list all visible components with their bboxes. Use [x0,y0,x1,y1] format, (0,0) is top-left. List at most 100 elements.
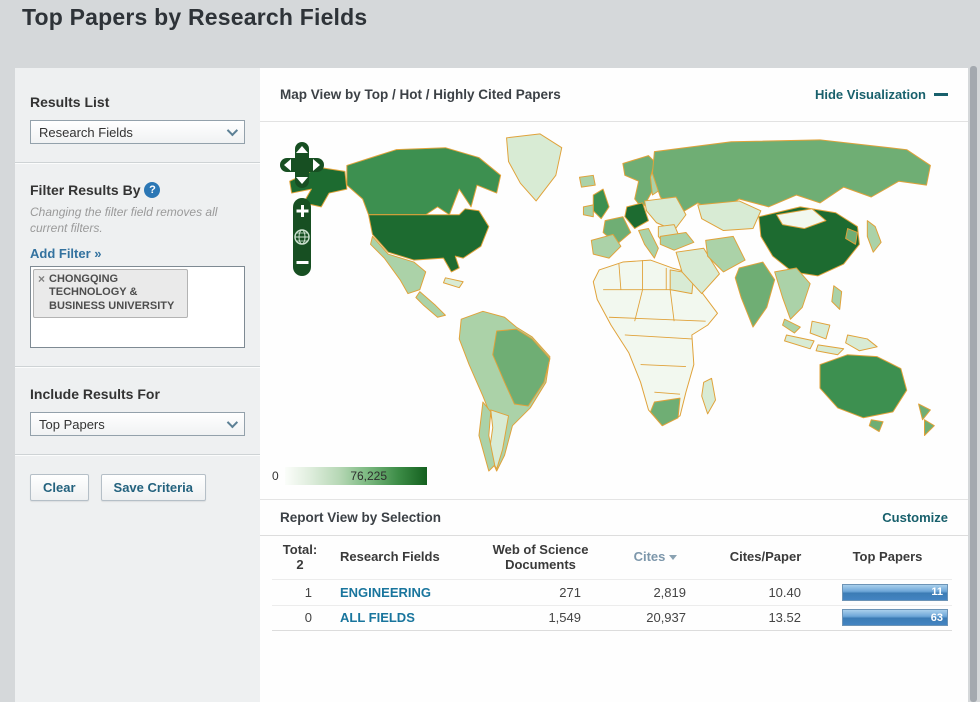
total-count: 2 [296,556,304,572]
remove-filter-icon[interactable]: × [38,272,45,286]
country-tasmania [868,419,884,433]
total-header: Total: 2 [272,542,328,573]
cites-per-paper-value: 13.52 [768,610,801,626]
country-greenland [506,133,563,202]
country-germany [624,202,649,230]
country-canada [346,147,502,216]
cites-per-paper-value: 10.40 [768,584,801,600]
zoom-out-button[interactable] [296,261,309,264]
chevron-down-icon [226,124,239,137]
sort-arrow-icon [669,555,678,561]
country-kazakhstan [697,200,762,231]
row-rank: 1 [304,584,312,600]
help-icon[interactable]: ? [144,182,161,198]
results-list-select[interactable]: Research Fields [30,120,245,144]
country-sumatra [784,334,815,350]
filter-results-label: Filter Results By [30,182,141,198]
world-map-svg [289,133,935,472]
country-borneo [809,320,831,340]
research-field-link[interactable]: ALL FIELDS [328,610,478,625]
country-new-zealand-south [923,419,935,437]
country-new-zealand-north [918,403,931,421]
map-legend: 0 76,225 [272,467,427,485]
table-row: 1 ENGINEERING 271 2,819 10.40 11 [272,578,952,605]
include-results-selected-value: Top Papers [39,416,105,432]
country-russia [651,139,931,216]
results-list-selected-value: Research Fields [39,124,133,140]
filter-tag: × CHONGQING TECHNOLOGY & BUSINESS UNIVER… [33,269,189,318]
include-results-select[interactable]: Top Papers [30,412,245,437]
column-header-research-fields: Research Fields [340,549,440,565]
country-madagascar [701,377,717,415]
country-uk [592,188,610,220]
add-filter-link[interactable]: Add Filter » [30,246,102,261]
filter-results-heading: Filter Results By? [30,182,245,198]
country-java [815,344,845,356]
sidebar-divider [15,366,260,369]
world-map-visualization[interactable]: 0 76,225 [260,122,968,500]
top-papers-bar[interactable]: 63 [842,609,948,627]
include-results-heading: Include Results For [30,386,160,403]
content-area: Results List Research Fields Filter Resu… [15,68,968,702]
report-header: Report View by Selection Customize [260,500,968,536]
zoom-control[interactable] [293,198,311,276]
clear-button[interactable]: Clear [30,474,89,502]
table-row: 0 ALL FIELDS 1,549 20,937 13.52 63 [272,604,952,631]
country-south-africa [649,397,681,427]
filter-note: Changing the filter field removes all cu… [30,205,218,235]
legend-max-value: 76,225 [350,469,388,483]
map-view-title: Map View by Top / Hot / Highly Cited Pap… [280,87,561,102]
wos-documents-value: 271 [559,584,581,600]
minus-icon [934,93,948,96]
customize-link[interactable]: Customize [882,510,948,525]
country-india [734,261,776,328]
table-header-row: Total: 2 Research Fields Web of Science … [272,538,952,579]
visualization-header: Map View by Top / Hot / Highly Cited Pap… [260,68,968,122]
research-field-link[interactable]: ENGINEERING [328,585,478,600]
column-header-top-papers: Top Papers [852,549,923,565]
country-cuba [442,277,464,289]
column-header-wos-documents: Web of Science Documents [492,542,589,572]
page-title: Top Papers by Research Fields [22,4,368,30]
country-ireland [582,204,594,218]
report-table: Total: 2 Research Fields Web of Science … [260,536,968,631]
hide-visualization-link[interactable]: Hide Visualization [815,87,948,102]
pan-control[interactable] [280,142,324,188]
country-iceland [578,174,596,188]
wos-documents-value: 1,549 [548,610,581,626]
sidebar-divider [15,454,260,457]
country-southeast-asia [774,267,811,320]
country-japan [866,220,882,253]
hide-visualization-label: Hide Visualization [814,87,926,102]
column-header-cites-per-paper: Cites/Paper [729,549,802,565]
report-view-title: Report View by Selection [280,510,442,525]
country-italy [638,228,659,259]
row-rank: 0 [304,610,312,626]
cites-sort-control[interactable]: Cites [634,550,678,565]
sidebar-divider [15,162,260,164]
country-malaysia [782,318,801,334]
column-header-cites: Cites [603,550,708,565]
total-label: Total: [282,542,318,557]
active-filters-box: × CHONGQING TECHNOLOGY & BUSINESS UNIVER… [30,266,245,349]
table-body: 1 ENGINEERING 271 2,819 10.40 11 0 ALL F… [272,578,952,631]
main-panel: Map View by Top / Hot / Highly Cited Pap… [260,68,968,702]
country-australia [819,354,908,419]
country-usa [368,208,490,273]
map-controls [280,142,324,276]
cites-label: Cites [633,549,666,565]
save-criteria-button[interactable]: Save Criteria [100,474,207,502]
cites-value: 2,819 [653,584,686,600]
country-philippines [831,285,843,310]
cites-value: 20,937 [646,610,686,626]
legend-min-value: 0 [272,469,279,483]
legend-gradient-bar: 76,225 [284,467,427,485]
results-list-heading: Results List [30,94,110,110]
sidebar: Results List Research Fields Filter Resu… [15,68,260,702]
country-central-america [415,291,446,318]
top-papers-bar[interactable]: 11 [842,583,948,601]
vertical-scrollbar[interactable] [970,66,977,702]
chevron-down-icon [226,417,239,429]
country-new-guinea [845,334,878,352]
filter-tag-label: CHONGQING TECHNOLOGY & BUSINESS UNIVERSI… [49,273,175,312]
